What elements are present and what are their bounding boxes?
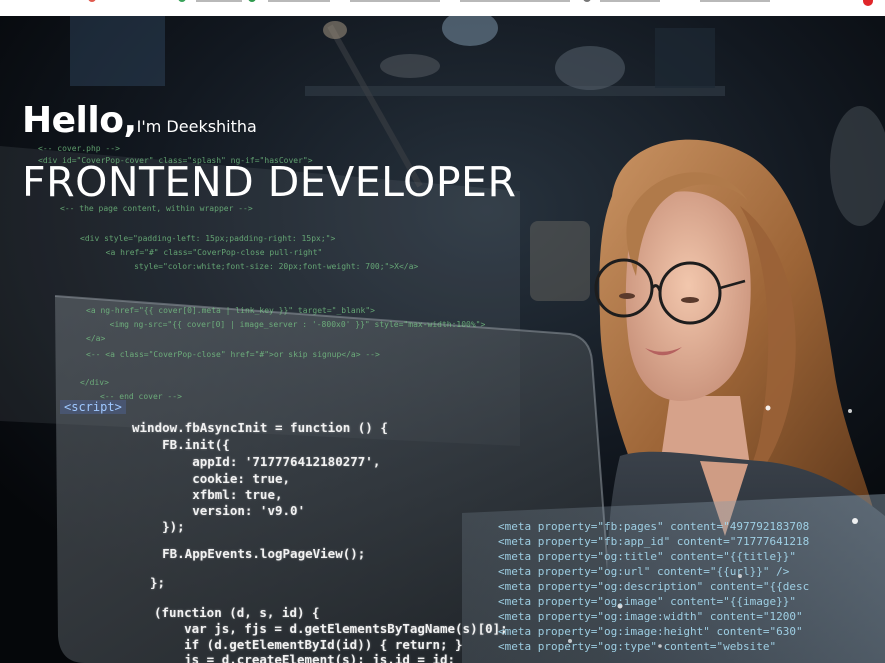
bookmark-favicon bbox=[583, 0, 591, 2]
hero-greeting: Hello,I'm Deekshitha bbox=[22, 100, 257, 141]
bookmark-favicon bbox=[178, 0, 186, 2]
script-tag-label: <script> bbox=[60, 400, 126, 414]
bookmark-label-fragment bbox=[268, 0, 330, 2]
bookmark-label-fragment bbox=[700, 0, 770, 2]
notification-badge-icon bbox=[863, 0, 873, 6]
greeting-hello: Hello, bbox=[22, 100, 137, 141]
hero-role-title: FRONTEND DEVELOPER bbox=[22, 158, 517, 206]
bookmark-label-fragment bbox=[600, 0, 660, 2]
greeting-name: I'm Deekshitha bbox=[136, 117, 257, 136]
bookmark-label-fragment bbox=[350, 0, 440, 2]
hero-banner: <-- cover.php --> <div id="CoverPop-cove… bbox=[0, 16, 885, 663]
bookmark-label-fragment bbox=[196, 0, 242, 2]
bookmark-favicon bbox=[88, 0, 96, 2]
bookmark-label-fragment bbox=[460, 0, 570, 2]
browser-bookmarks-strip bbox=[0, 0, 885, 17]
bookmark-favicon bbox=[248, 0, 256, 2]
